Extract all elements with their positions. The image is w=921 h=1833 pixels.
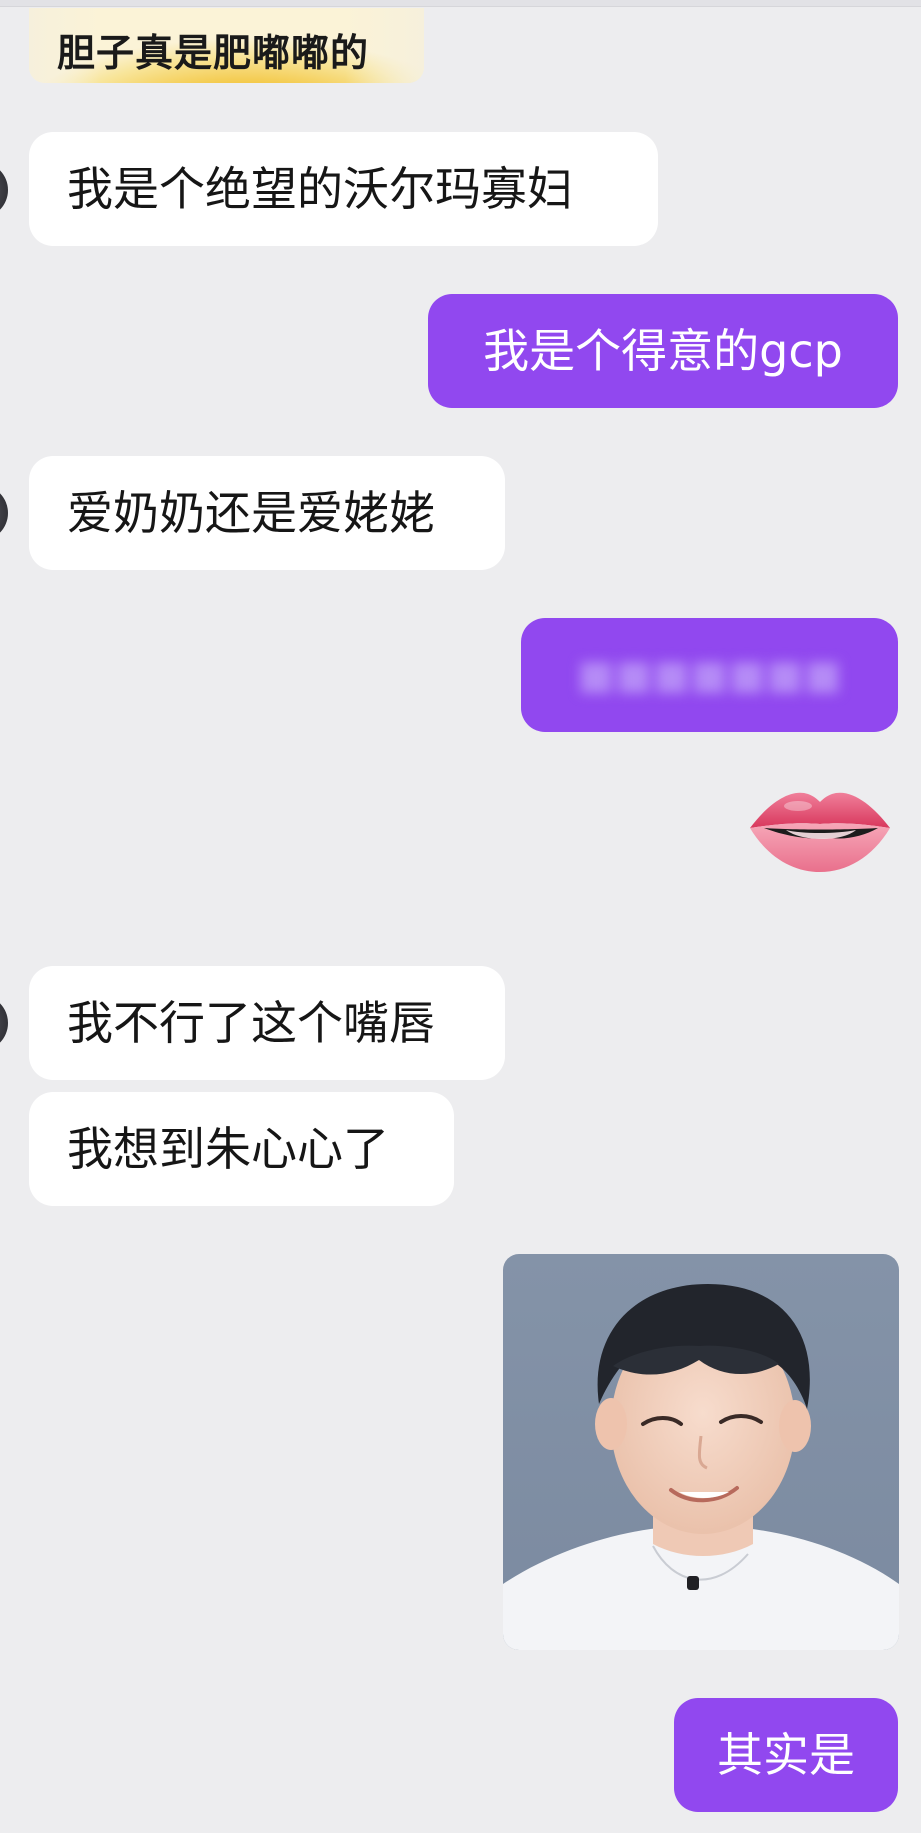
message-bubble-incoming[interactable]: 我想到朱心心了 [29,1092,454,1206]
blurred-message-text: ■■■■■■■ [577,652,842,698]
message-bubble-incoming[interactable]: 我不行了这个嘴唇 [29,966,505,1080]
avatar[interactable] [0,162,8,218]
biting-lip-emoji[interactable] [746,776,894,880]
avatar[interactable] [0,485,8,541]
top-divider [0,0,921,7]
message-bubble-incoming[interactable]: 我是个绝望的沃尔玛寡妇 [29,132,658,246]
photo-boy-smiling[interactable] [503,1254,899,1650]
message-bubble-outgoing[interactable]: 我是个得意的gcp [428,294,898,408]
sticker-image[interactable]: 胆子真是肥嘟嘟的 [29,8,424,83]
sticker-caption: 胆子真是肥嘟嘟的 [57,31,370,75]
message-bubble-incoming[interactable]: 爱奶奶还是爱姥姥 [29,456,505,570]
message-bubble-outgoing[interactable]: 其实是 [674,1698,898,1812]
message-bubble-outgoing-blurred[interactable]: ■■■■■■■ [521,618,898,732]
avatar[interactable] [0,995,8,1051]
